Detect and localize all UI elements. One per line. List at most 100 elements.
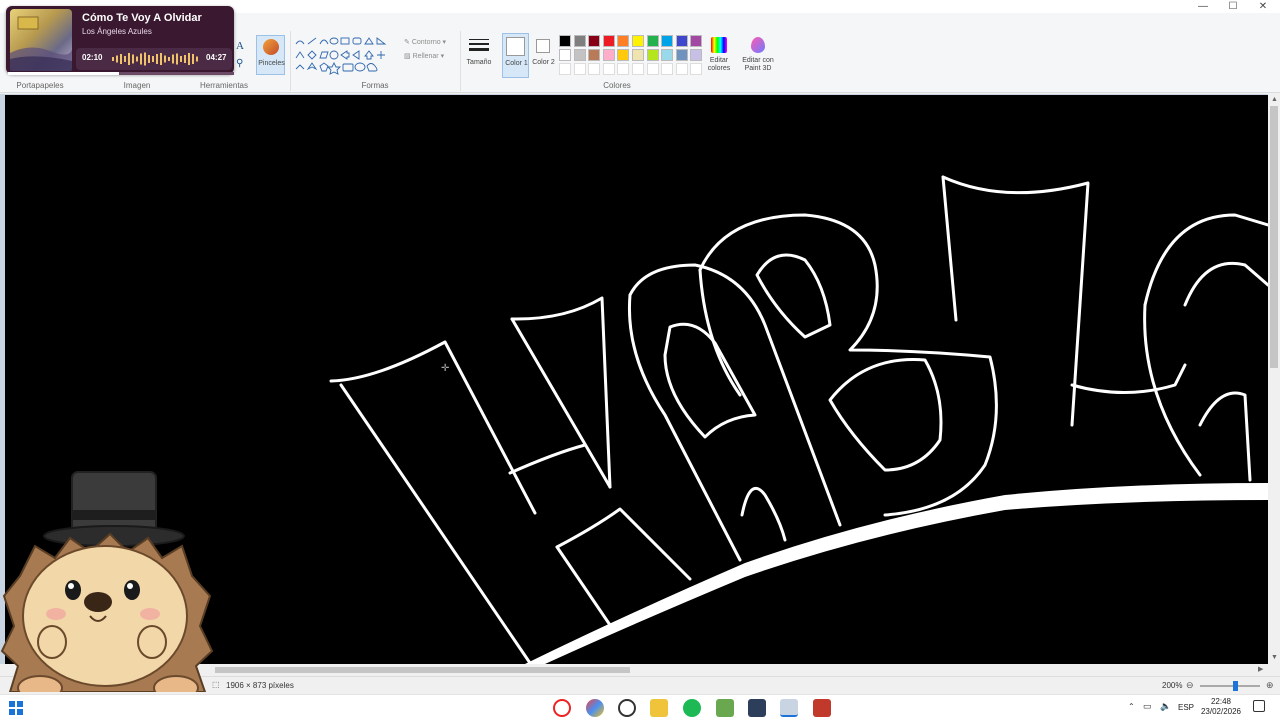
song-artist: Los Ángeles Azules <box>82 27 152 36</box>
custom-color-slot[interactable] <box>690 63 703 75</box>
custom-color-slot[interactable] <box>632 63 644 75</box>
scroll-up-icon[interactable]: ▲ <box>1271 96 1278 103</box>
color2-swatch <box>536 39 550 53</box>
size-label: Tamaño <box>466 59 492 66</box>
hedgehog-mascot <box>0 466 215 701</box>
brushes-button[interactable]: Pinceles <box>256 35 285 75</box>
separator <box>460 31 461 91</box>
color-swatch[interactable] <box>661 35 674 47</box>
color-swatch[interactable] <box>632 49 644 61</box>
scroll-right-icon[interactable]: ▶ <box>1258 665 1263 673</box>
color-swatch[interactable] <box>690 35 703 47</box>
color-wheel-icon <box>711 37 727 53</box>
spotify-icon[interactable] <box>683 699 701 717</box>
song-progress-fill <box>8 72 119 75</box>
zoom-in-button[interactable]: ⊕ <box>1266 680 1274 691</box>
file-explorer-icon[interactable] <box>650 699 668 717</box>
color-swatch[interactable] <box>573 35 586 47</box>
network-icon[interactable]: ▭ <box>1143 701 1152 712</box>
color-swatch[interactable] <box>661 49 674 61</box>
minimize-button[interactable]: — <box>1188 0 1218 13</box>
tray-chevron-icon[interactable]: ⌃ <box>1128 702 1135 711</box>
custom-color-slot[interactable] <box>602 63 615 75</box>
language-indicator[interactable]: ESP <box>1178 703 1194 712</box>
separator <box>290 31 291 91</box>
custom-color-slot[interactable] <box>617 63 630 75</box>
app-icon[interactable] <box>748 699 766 717</box>
custom-color-slot[interactable] <box>559 63 571 75</box>
size-line-thick <box>469 48 489 51</box>
edit-paint3d-button[interactable]: Editar con Paint 3D <box>740 35 776 77</box>
color1-swatch <box>506 37 525 56</box>
color-swatch[interactable] <box>559 49 571 61</box>
crosshair-cursor-icon: ✛ <box>441 363 450 374</box>
clock-time[interactable]: 22:48 <box>1203 697 1239 706</box>
color-swatch[interactable] <box>675 35 688 47</box>
zoom-out-button[interactable]: ⊖ <box>1186 680 1194 691</box>
zoom-slider[interactable] <box>1200 681 1260 691</box>
notifications-icon[interactable] <box>1253 700 1265 712</box>
shapes-gallery[interactable] <box>294 36 394 76</box>
color-swatch[interactable] <box>602 49 615 61</box>
color-swatch[interactable] <box>573 49 586 61</box>
group-label-shapes: Formas <box>361 81 389 90</box>
color-swatch[interactable] <box>675 49 688 61</box>
color2-button[interactable]: Color 2 <box>531 33 556 78</box>
song-title: Cómo Te Voy A Olvidar <box>82 12 202 24</box>
clock-date[interactable]: 23/02/2026 <box>1198 707 1244 716</box>
vivaldi-icon[interactable] <box>813 699 831 717</box>
scroll-down-icon[interactable]: ▼ <box>1271 654 1278 661</box>
horizontal-scroll-thumb[interactable] <box>215 667 630 673</box>
text-tool-icon[interactable]: A <box>236 40 244 52</box>
paint-icon[interactable] <box>780 699 798 717</box>
playback-bar[interactable]: 02:10 04:27 <box>76 48 232 70</box>
color2-label: Color 2 <box>532 59 555 66</box>
color-swatch[interactable] <box>690 49 703 61</box>
color-swatch[interactable] <box>588 35 601 47</box>
chrome-icon[interactable] <box>586 699 604 717</box>
taskbar: ⌃ ▭ 🔈 ESP 22:48 23/02/2026 <box>0 694 1280 720</box>
minecraft-icon[interactable] <box>716 699 734 717</box>
chatgpt-icon[interactable] <box>618 699 636 717</box>
size-line-medium <box>469 43 489 45</box>
color-swatch[interactable] <box>588 49 601 61</box>
color-swatch[interactable] <box>617 35 630 47</box>
vertical-scrollbar[interactable]: ▲ ▼ <box>1268 94 1280 664</box>
close-button[interactable]: ✕ <box>1248 0 1278 13</box>
outline-dropdown[interactable]: ✎ Contorno ▾ <box>404 38 446 46</box>
paint3d-icon <box>751 37 765 53</box>
custom-color-slot[interactable] <box>661 63 674 75</box>
color-swatch[interactable] <box>602 35 615 47</box>
image-size: 1906 × 873 píxeles <box>226 681 294 690</box>
fill-dropdown[interactable]: ▨ Rellenar ▾ <box>404 52 444 60</box>
opera-icon[interactable] <box>553 699 571 717</box>
custom-color-slot[interactable] <box>588 63 601 75</box>
windows-start-icon[interactable] <box>9 701 23 715</box>
custom-color-slot[interactable] <box>646 63 659 75</box>
group-label-clipboard: Portapapeles <box>16 81 64 90</box>
edit-colors-label: Editar colores <box>707 57 731 72</box>
outline-label: Contorno <box>411 39 441 46</box>
color1-button[interactable]: Color 1 <box>502 33 529 78</box>
custom-color-slot[interactable] <box>675 63 688 75</box>
waveform-icon <box>112 52 198 66</box>
vertical-scroll-thumb[interactable] <box>1270 106 1278 368</box>
color-swatch[interactable] <box>559 35 571 47</box>
zoom-level: 200% <box>1162 681 1183 690</box>
outline-icon: ✎ <box>404 39 412 46</box>
edit-colors-button[interactable]: Editar colores <box>704 35 734 77</box>
color-swatch[interactable] <box>646 49 659 61</box>
zoom-slider-thumb[interactable] <box>1233 681 1238 691</box>
color-swatch[interactable] <box>632 35 644 47</box>
song-progress[interactable] <box>8 72 234 75</box>
magnifier-icon[interactable]: ⚲ <box>236 58 243 69</box>
maximize-button[interactable]: ☐ <box>1218 0 1248 13</box>
size-button[interactable]: Tamaño <box>465 35 493 77</box>
color-swatch[interactable] <box>646 35 659 47</box>
color-swatch[interactable] <box>617 49 630 61</box>
custom-color-slot[interactable] <box>573 63 586 75</box>
brushes-label: Pinceles <box>258 60 285 67</box>
volume-icon[interactable]: 🔈 <box>1160 701 1171 712</box>
music-widget[interactable]: Cómo Te Voy A Olvidar Los Ángeles Azules… <box>6 6 234 75</box>
group-label-image: Imagen <box>123 81 151 90</box>
